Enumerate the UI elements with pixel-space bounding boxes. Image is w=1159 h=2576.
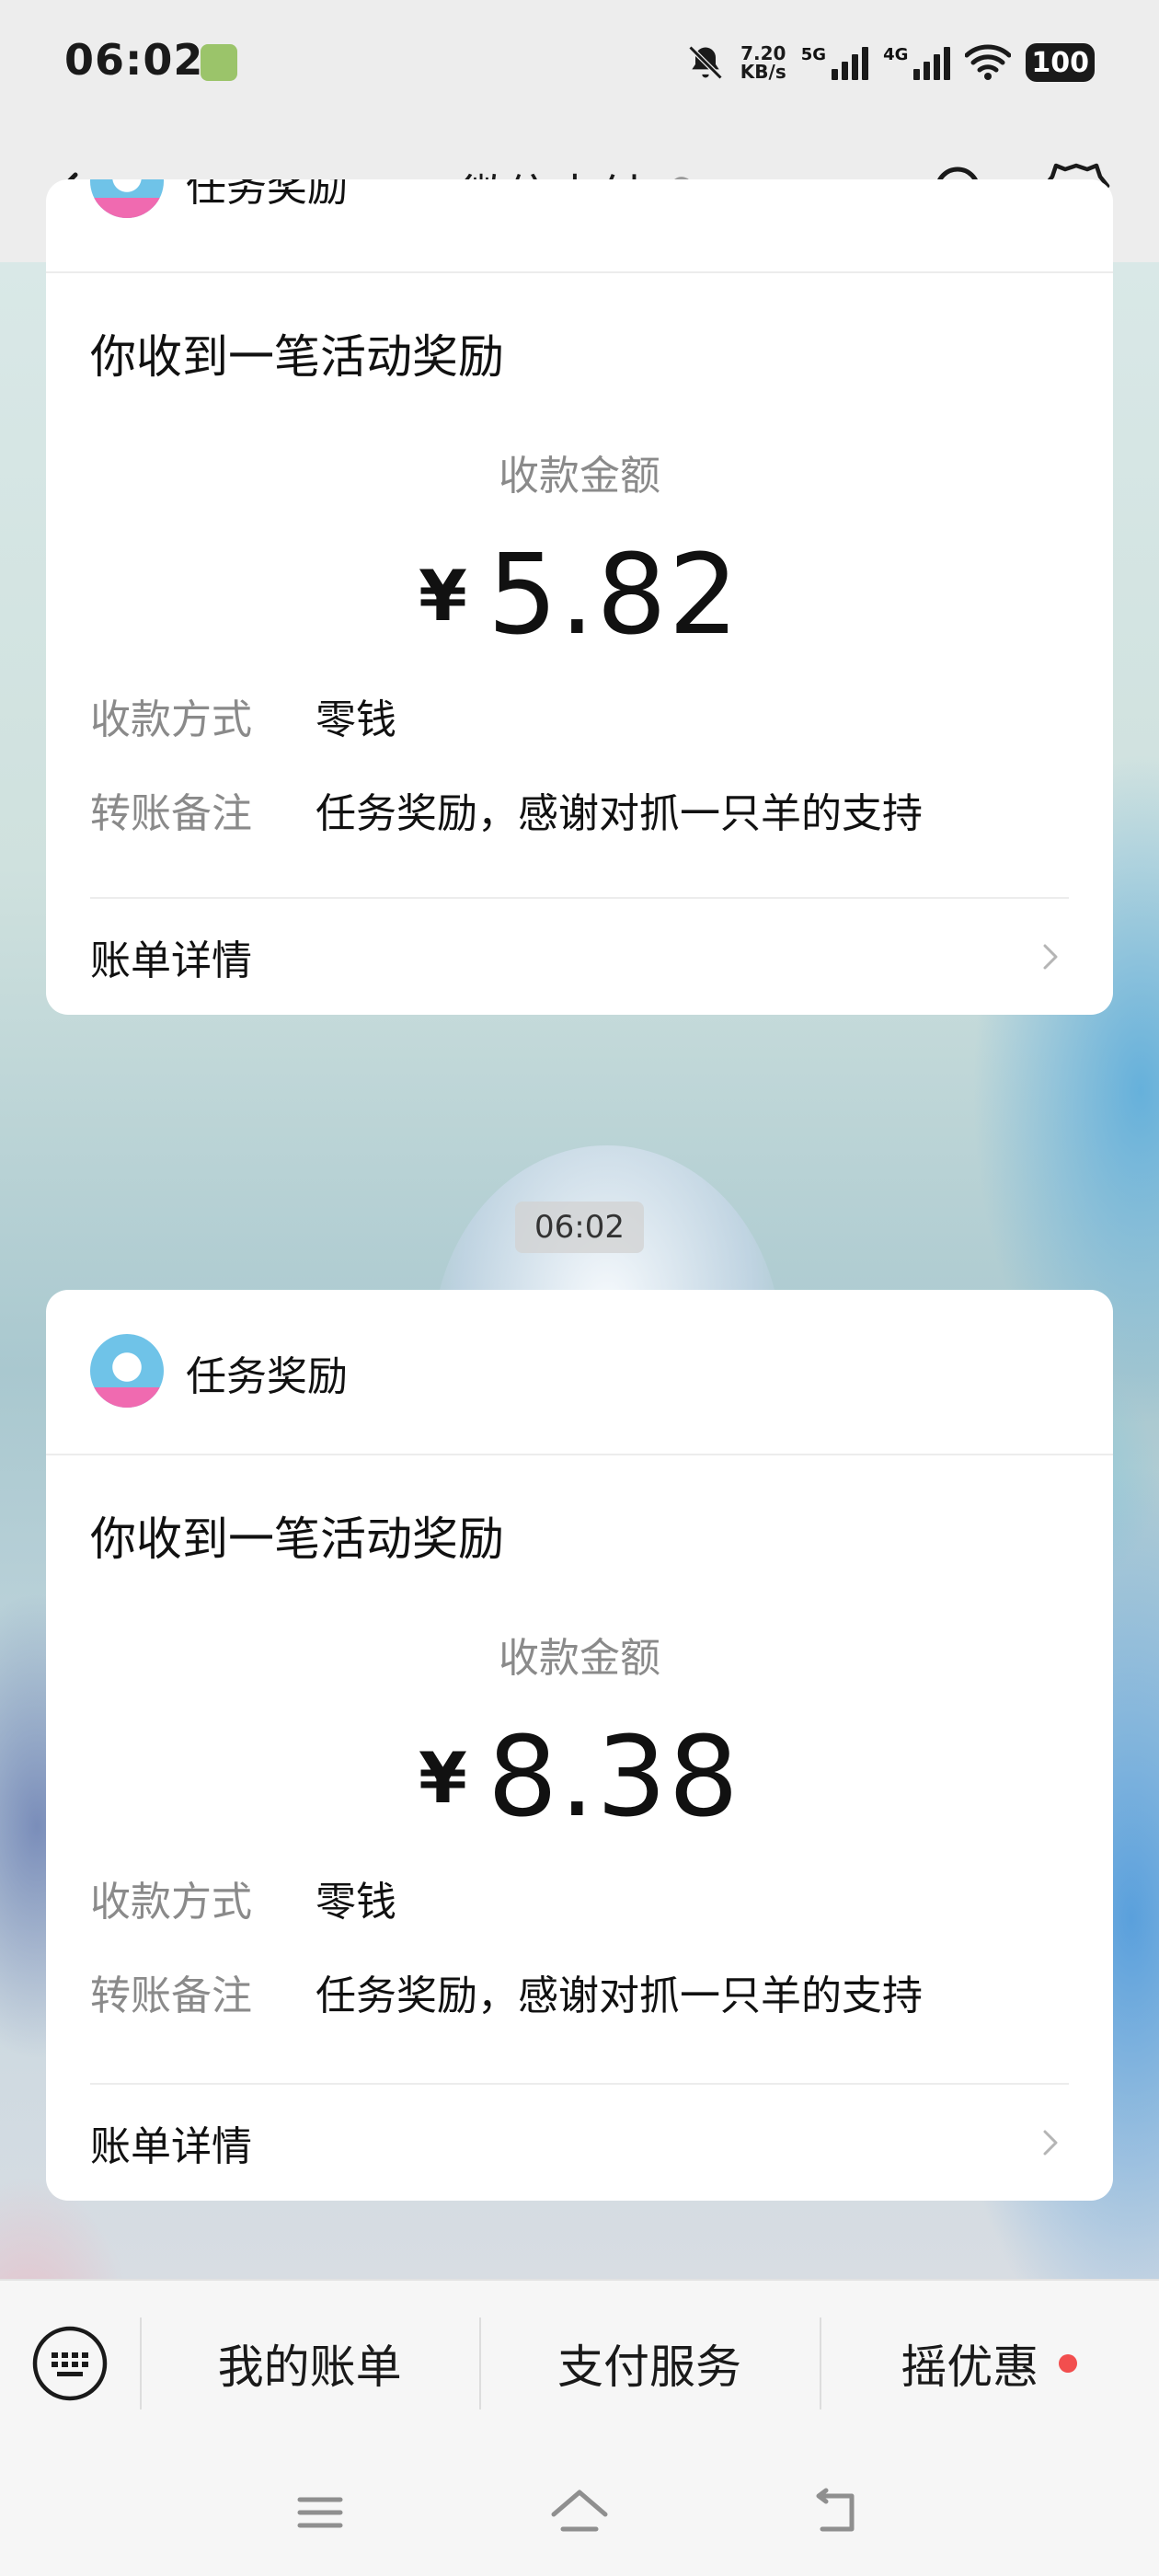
amount-label: 收款金额 [499,453,660,500]
menu-payment-services-label: 支付服务 [557,2340,741,2394]
message-subject: 你收到一笔活动奖励 [90,330,504,384]
amount-value: 8.38 [487,1714,741,1842]
info-row-remark: 转账备注 任务奖励，感谢对抓一只羊的支持 [90,763,1069,857]
sender-name: 任务奖励 [186,179,348,211]
menu-my-bills[interactable]: 我的账单 [140,2281,479,2446]
wifi-icon [965,44,1012,80]
signal-bars-icon [913,45,951,80]
chevron-right-icon [1043,2130,1058,2156]
signal-4g: 4G [883,45,951,80]
mute-bell-icon [688,45,723,80]
info-row-remark: 转账备注 任务奖励，感谢对抓一只羊的支持 [90,1945,1069,2039]
amount-value: 5.82 [487,532,741,660]
back-icon[interactable] [806,2483,865,2542]
bottom-menu-bar: 我的账单 支付服务 摇优惠 [0,2279,1159,2446]
message-subject: 你收到一笔活动奖励 [90,1512,504,1566]
signal-5g: 5G [800,45,869,80]
battery-indicator: 100 [1026,43,1095,82]
bill-details-link[interactable]: 账单详情 [90,897,1069,1015]
currency-symbol: ¥ [418,1737,467,1819]
info-key: 收款方式 [90,696,252,743]
menu-shake-deals[interactable]: 摇优惠 [819,2281,1159,2446]
keyboard-icon [32,2326,108,2401]
sender-avatar[interactable] [90,1334,164,1408]
bill-details-label: 账单详情 [90,2123,252,2170]
card-body: 你收到一笔活动奖励 收款金额 ¥5.82 收款方式 零钱 转账备注 任务奖励，感… [46,273,1113,857]
info-row-method: 收款方式 零钱 [90,1851,1069,1945]
message-timestamp: 06:02 [515,1202,644,1253]
info-value: 零钱 [316,1879,396,1926]
card-body: 你收到一笔活动奖励 收款金额 ¥8.38 收款方式 零钱 转账备注 任务奖励，感… [46,1455,1113,2039]
info-value: 任务奖励，感谢对抓一只羊的支持 [316,790,923,837]
info-rows: 收款方式 零钱 转账备注 任务奖励，感谢对抓一只羊的支持 [90,669,1069,857]
info-value: 零钱 [316,696,396,743]
currency-symbol: ¥ [418,555,467,637]
notification-dot [1059,2354,1078,2373]
card-header: 任务奖励 [46,1290,1113,1455]
status-time: 06:02 [64,35,204,85]
network-speed-unit: KB/s [740,61,786,83]
home-icon[interactable] [546,2483,613,2542]
menu-payment-services[interactable]: 支付服务 [479,2281,819,2446]
chevron-right-icon [1043,944,1058,970]
menu-my-bills-label: 我的账单 [217,2340,402,2394]
keyboard-toggle-button[interactable] [0,2281,140,2446]
payment-message-card[interactable]: 任务奖励 你收到一笔活动奖励 收款金额 ¥5.82 收款方式 零钱 转账备注 任… [46,179,1113,1015]
status-bar: 06:02 7.20 KB/s 5G 4G 100 [0,0,1159,129]
amount-display: ¥8.38 [90,1719,1069,1838]
bill-details-label: 账单详情 [90,937,252,984]
signal-5g-label: 5G [800,45,827,64]
info-row-method: 收款方式 零钱 [90,669,1069,763]
sender-name: 任务奖励 [186,1353,348,1400]
bill-details-link[interactable]: 账单详情 [90,2083,1069,2201]
menu-shake-deals-label: 摇优惠 [901,2340,1039,2394]
info-key: 收款方式 [90,1879,252,1926]
card-header: 任务奖励 [46,179,1113,273]
info-key: 转账备注 [90,1972,252,2019]
info-rows: 收款方式 零钱 转账备注 任务奖励，感谢对抓一只羊的支持 [90,1851,1069,2039]
info-key: 转账备注 [90,790,252,837]
signal-4g-label: 4G [883,45,909,64]
network-speed: 7.20 KB/s [740,44,786,81]
status-indicators: 7.20 KB/s 5G 4G 100 [685,37,1095,88]
signal-bars-icon [832,45,869,80]
sender-avatar[interactable] [90,179,164,218]
info-value: 任务奖励，感谢对抓一只羊的支持 [316,1972,923,2019]
app-notification-icon [201,44,237,81]
menu-icon[interactable] [291,2483,350,2542]
network-speed-value: 7.20 [740,42,786,64]
amount-display: ¥5.82 [90,536,1069,656]
system-navigation-bar [0,2444,1159,2576]
amount-label: 收款金额 [499,1635,660,1682]
payment-message-card[interactable]: 任务奖励 你收到一笔活动奖励 收款金额 ¥8.38 收款方式 零钱 转账备注 任… [46,1290,1113,2201]
